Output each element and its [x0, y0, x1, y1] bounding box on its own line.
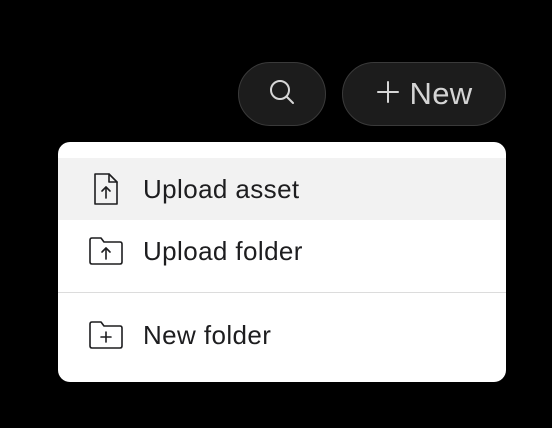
file-upload-icon — [88, 171, 124, 207]
menu-item-upload-asset[interactable]: Upload asset — [58, 158, 506, 220]
menu-divider — [58, 292, 506, 293]
search-button[interactable] — [238, 62, 326, 126]
menu-item-upload-folder[interactable]: Upload folder — [58, 220, 506, 282]
menu-item-label: Upload folder — [143, 235, 303, 266]
menu-item-new-folder[interactable]: New folder — [58, 304, 506, 366]
new-dropdown-menu: Upload asset Upload folder New folder — [58, 142, 506, 382]
folder-upload-icon — [88, 233, 124, 269]
menu-item-label: New folder — [143, 319, 272, 350]
new-button[interactable]: New — [342, 62, 506, 126]
new-button-label: New — [409, 76, 473, 111]
folder-plus-icon — [88, 317, 124, 353]
plus-icon — [376, 80, 400, 109]
search-icon — [268, 78, 296, 111]
menu-item-label: Upload asset — [143, 173, 300, 204]
